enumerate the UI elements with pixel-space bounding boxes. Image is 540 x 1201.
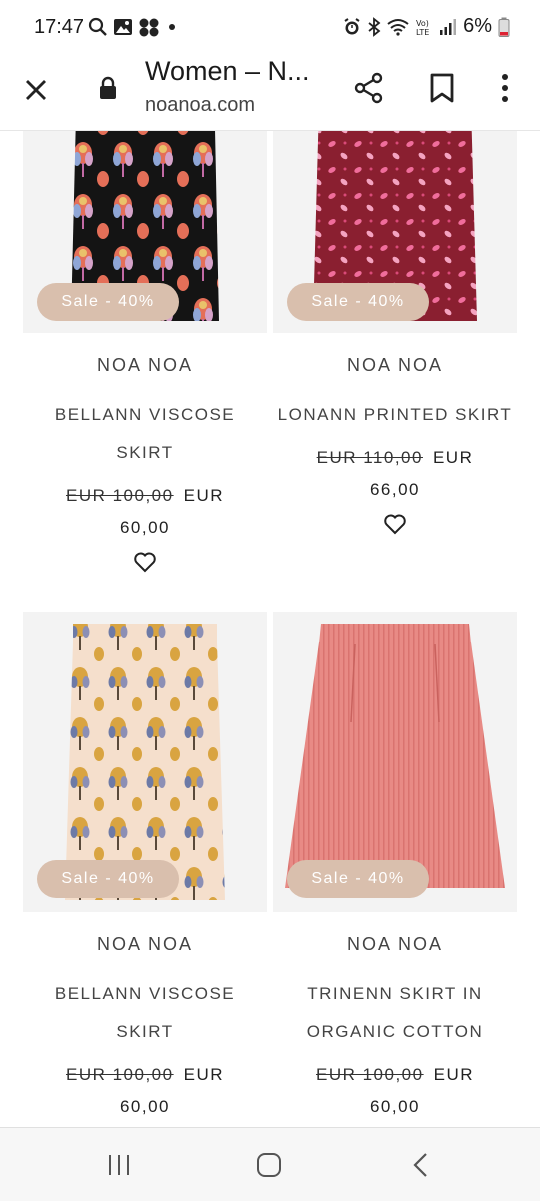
product-card[interactable]: Sale - 40% NOA NOA TRINENN SKIRT IN ORGA… [273,612,517,1123]
product-price: EUR 110,00 EUR 66,00 [273,442,517,506]
back-icon[interactable] [406,1150,436,1180]
new-price: 60,00 [369,1097,421,1116]
price-currency: EUR [432,448,474,467]
lock-icon[interactable] [98,76,118,100]
product-brand[interactable]: NOA NOA [23,934,267,955]
alarm-icon [344,17,360,34]
search-icon [88,17,107,36]
product-price: EUR 100,00 EUR 60,00 [23,1059,267,1123]
product-name-line2: SKIRT [116,1022,174,1041]
page-title[interactable]: Women – N... [145,56,310,87]
product-brand[interactable]: NOA NOA [23,355,267,376]
old-price: EUR 100,00 [65,486,174,505]
sale-badge: Sale - 40% [287,860,429,898]
product-name[interactable]: BELLANN VISCOSE SKIRT [23,975,267,1051]
share-icon[interactable] [353,72,385,104]
bookmark-icon[interactable] [428,72,456,104]
product-name-line1: TRINENN SKIRT IN [307,984,483,1003]
volte-icon: Vo)LTE [416,19,429,37]
product-price: EUR 100,00 EUR 60,00 [23,480,267,544]
product-name-line1: BELLANN VISCOSE [54,984,236,1003]
heart-icon[interactable] [383,512,407,536]
product-name[interactable]: LONANN PRINTED SKIRT [273,396,517,434]
bluetooth-icon [368,16,381,37]
wifi-icon [387,18,409,36]
gallery-icon [114,19,132,35]
product-name[interactable]: BELLANN VISCOSE SKIRT [23,396,267,472]
price-currency: EUR [433,1065,475,1084]
battery-icon [498,17,510,37]
product-brand[interactable]: NOA NOA [273,934,517,955]
product-name-line2: SKIRT [116,443,174,462]
svg-text:LTE: LTE [416,28,429,37]
product-name-line2: ORGANIC COTTON [306,1022,484,1041]
old-price: EUR 110,00 [316,448,423,467]
new-price: 60,00 [119,518,171,537]
price-currency: EUR [183,1065,225,1084]
product-price: EUR 100,00 EUR 60,00 [273,1059,517,1123]
product-image[interactable]: Sale - 40% [23,131,267,333]
new-price: 66,00 [369,480,421,499]
recent-apps-icon[interactable] [104,1150,134,1180]
dot-icon [169,24,175,30]
new-price: 60,00 [119,1097,171,1116]
signal-icon [440,18,457,35]
product-name-line1: LONANN PRINTED SKIRT [277,405,513,424]
old-price: EUR 100,00 [315,1065,424,1084]
home-icon[interactable] [254,1150,284,1180]
product-card[interactable]: Sale - 40% NOA NOA BELLANN VISCOSE SKIRT… [23,131,267,574]
product-image[interactable]: Sale - 40% [273,131,517,333]
system-nav-bar [0,1127,540,1201]
svg-text:Vo): Vo) [416,19,429,28]
heart-icon[interactable] [133,550,157,574]
product-name[interactable]: TRINENN SKIRT IN ORGANIC COTTON [273,975,517,1051]
price-currency: EUR [183,486,225,505]
status-time: 17:47 [34,16,85,38]
apps-icon [139,18,159,37]
old-price: EUR 100,00 [65,1065,174,1084]
browser-toolbar: Women – N... noanoa.com [0,56,540,131]
product-image[interactable]: Sale - 40% [23,612,267,912]
close-icon[interactable] [20,74,52,106]
product-brand[interactable]: NOA NOA [273,355,517,376]
product-image[interactable]: Sale - 40% [273,612,517,912]
product-name-line1: BELLANN VISCOSE [54,405,236,424]
product-grid: Sale - 40% NOA NOA BELLANN VISCOSE SKIRT… [0,131,540,1127]
battery-percent: 6% [463,15,492,37]
status-bar: 17:47 Vo) LTE 6% [0,0,540,56]
sale-badge: Sale - 40% [287,283,429,321]
product-card[interactable]: Sale - 40% NOA NOA BELLANN VISCOSE SKIRT… [23,612,267,1123]
page-domain[interactable]: noanoa.com [145,94,255,117]
product-card[interactable]: Sale - 40% NOA NOA LONANN PRINTED SKIRT … [273,131,517,536]
sale-badge: Sale - 40% [37,860,179,898]
sale-badge: Sale - 40% [37,283,179,321]
more-options-icon[interactable] [497,72,513,104]
